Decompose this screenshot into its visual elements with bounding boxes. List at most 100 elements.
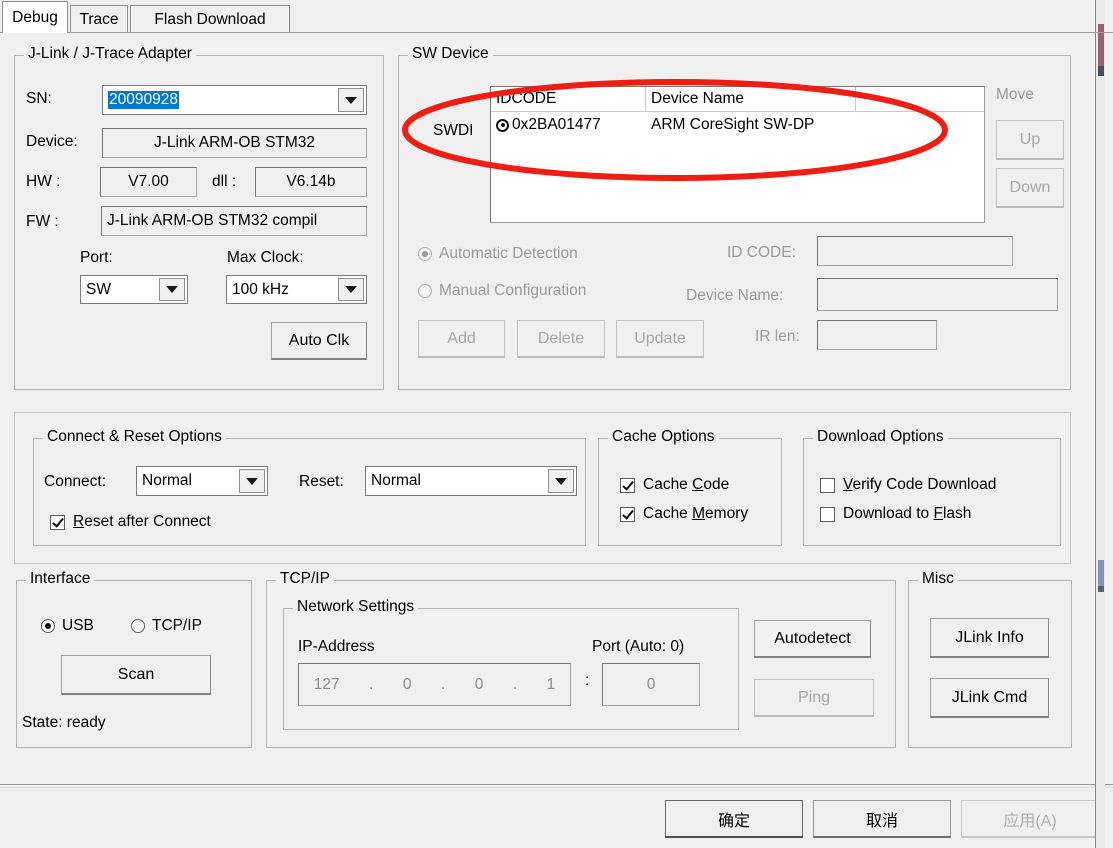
apply-label: 应用(A)	[1003, 812, 1057, 830]
dialog-separator	[0, 784, 1113, 788]
edge-accent-mid2	[1098, 586, 1104, 592]
sn-combo-dropdown-button[interactable]	[338, 88, 364, 112]
reset-combo-dropdown-button[interactable]	[548, 469, 574, 493]
checkbox-download-to-flash[interactable]: Download to Flash	[820, 505, 971, 523]
ok-label: 确定	[717, 812, 750, 830]
ir-len-label: IR len:	[755, 328, 800, 345]
checkbox-reset-after-connect-label: Reset after Connect	[73, 513, 211, 530]
ir-len-input[interactable]	[817, 320, 937, 350]
table-row[interactable]: 0x2BA01477 ARM CoreSight SW-DP	[491, 112, 984, 138]
ip-octet-4: 1	[546, 675, 556, 693]
checkbox-box-icon	[50, 514, 65, 530]
autodetect-button[interactable]: Autodetect	[754, 620, 871, 658]
radio-interface-usb-label: USB	[62, 617, 94, 634]
reset-combo-value: Normal	[371, 472, 421, 489]
ok-button[interactable]: 确定	[665, 800, 803, 838]
jlink-info-button[interactable]: JLink Info	[930, 618, 1049, 658]
checkbox-cache-code[interactable]: Cache Code	[620, 476, 729, 494]
id-code-label: ID CODE:	[727, 244, 796, 261]
tab-trace[interactable]: Trace	[70, 5, 128, 33]
port-combo-dropdown-button[interactable]	[159, 278, 185, 301]
max-clock-combo-value: 100 kHz	[232, 280, 289, 298]
radio-mark-icon	[418, 247, 432, 261]
device-name-input[interactable]	[817, 278, 1058, 311]
connect-combo-dropdown-button[interactable]	[239, 469, 265, 493]
edge-accent-mid	[1098, 560, 1104, 586]
chevron-down-icon	[555, 477, 567, 485]
max-clock-combo[interactable]: 100 kHz	[226, 275, 367, 304]
column-header-device-name: Device Name	[646, 87, 856, 111]
tab-underline	[0, 32, 1113, 33]
tcpip-group-legend: TCP/IP	[276, 570, 334, 588]
checkbox-verify-code-download[interactable]: Verify Code Download	[820, 476, 996, 494]
delete-label: Delete	[537, 329, 585, 347]
update-button[interactable]: Update	[616, 320, 704, 358]
sw-device-group-legend: SW Device	[408, 45, 493, 63]
jlink-cmd-label: JLink Cmd	[951, 688, 1028, 706]
port-input[interactable]: 0	[602, 663, 700, 706]
max-clock-label: Max Clock:	[227, 249, 304, 266]
apply-button[interactable]: 应用(A)	[961, 800, 1099, 838]
move-up-button[interactable]: Up	[996, 120, 1064, 160]
sw-device-table-header: IDCODE Device Name	[491, 87, 984, 112]
connect-reset-group-legend: Connect & Reset Options	[43, 428, 226, 446]
checkbox-box-icon	[820, 477, 835, 493]
chevron-down-icon	[345, 96, 357, 104]
port-separator: :	[585, 672, 590, 689]
cancel-button[interactable]: 取消	[813, 800, 951, 838]
add-label: Add	[447, 329, 476, 347]
device-name-label: Device Name:	[686, 287, 784, 304]
ip-address-label: IP-Address	[298, 638, 375, 655]
edge-accent-top	[1098, 24, 1104, 66]
radio-selected-icon[interactable]	[496, 118, 509, 132]
network-settings-group-legend: Network Settings	[293, 598, 419, 616]
connect-combo[interactable]: Normal	[136, 466, 268, 496]
connect-combo-value: Normal	[142, 472, 192, 489]
checkbox-download-to-flash-label: Download to Flash	[843, 505, 972, 522]
cell-device-name: ARM CoreSight SW-DP	[651, 116, 815, 133]
move-down-button[interactable]: Down	[996, 168, 1064, 208]
delete-button[interactable]: Delete	[517, 320, 605, 358]
cell-idcode: 0x2BA01477	[491, 116, 646, 134]
id-code-input[interactable]	[817, 236, 1013, 266]
jlink-cmd-button[interactable]: JLink Cmd	[930, 678, 1049, 718]
port-label: Port:	[80, 249, 113, 266]
radio-interface-tcpip[interactable]: TCP/IP	[131, 617, 202, 635]
ping-button[interactable]: Ping	[754, 679, 874, 717]
port-value: 0	[646, 675, 656, 693]
chevron-down-icon	[345, 286, 357, 293]
tab-debug[interactable]: Debug	[2, 1, 68, 33]
add-button[interactable]: Add	[418, 320, 505, 358]
download-options-group-legend: Download Options	[813, 428, 948, 446]
reset-combo[interactable]: Normal	[365, 466, 577, 496]
device-label: Device:	[26, 133, 78, 150]
sn-combo[interactable]: 20090928	[102, 85, 367, 115]
ip-octet-3: 0	[474, 675, 484, 693]
misc-group-legend: Misc	[918, 570, 958, 588]
tab-trace-label: Trace	[79, 10, 119, 28]
radio-manual-configuration[interactable]: Manual Configuration	[418, 282, 586, 300]
radio-automatic-detection[interactable]: Automatic Detection	[418, 245, 578, 263]
checkbox-box-icon	[620, 477, 635, 493]
scan-label: Scan	[117, 665, 155, 683]
ip-dot-1: .	[369, 675, 374, 693]
auto-clk-button[interactable]: Auto Clk	[271, 322, 367, 360]
sn-combo-value: 20090928	[108, 91, 179, 109]
tab-flash-download[interactable]: Flash Download	[130, 5, 290, 33]
checkbox-reset-after-connect[interactable]: Reset after Connect	[50, 513, 211, 531]
ip-octet-1: 127	[313, 675, 340, 693]
max-clock-combo-dropdown-button[interactable]	[338, 278, 364, 301]
scan-button[interactable]: Scan	[61, 655, 211, 695]
radio-interface-usb[interactable]: USB	[41, 617, 94, 635]
ip-dot-3: .	[512, 675, 518, 693]
cancel-label: 取消	[865, 812, 898, 830]
port-combo[interactable]: SW	[80, 275, 188, 304]
move-up-label: Up	[1019, 130, 1041, 148]
move-label: Move	[996, 86, 1034, 103]
checkbox-verify-code-download-label: Verify Code Download	[843, 476, 997, 493]
checkbox-cache-memory[interactable]: Cache Memory	[620, 505, 748, 523]
ip-address-input[interactable]: 127 . 0 . 0 . 1	[298, 663, 571, 706]
tab-flash-download-label: Flash Download	[154, 10, 266, 28]
sw-device-table[interactable]: IDCODE Device Name 0x2BA01477 ARM CoreSi…	[490, 86, 985, 223]
tab-strip: Debug Trace Flash Download	[0, 0, 1113, 33]
